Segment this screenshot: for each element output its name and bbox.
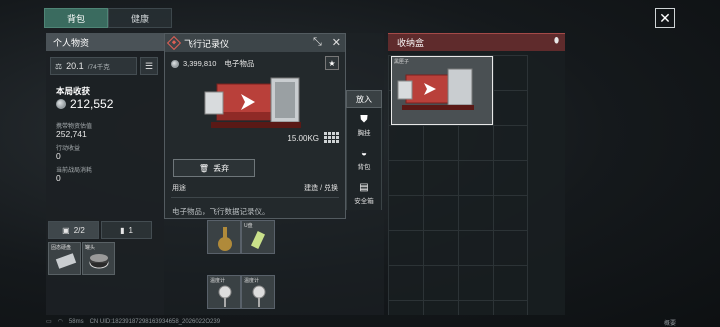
sort-button[interactable]: ☰ <box>140 57 158 75</box>
safebox-icon: ▤ <box>359 181 369 193</box>
put-backpack-label: 背包 <box>357 163 371 171</box>
slot-label: U盘 <box>244 223 253 229</box>
trash-icon: 🗑 <box>198 163 210 173</box>
stat-value: 0 <box>56 173 61 183</box>
collapse-icon[interactable]: ⤡ <box>313 36 322 49</box>
slot-can[interactable]: 罐头 <box>82 242 115 275</box>
weight-value: 20.1 <box>66 61 84 71</box>
item-size-icon <box>323 131 339 143</box>
build-exchange-link[interactable]: 建造 / 兑换 <box>304 183 338 193</box>
grid-cell-bottle[interactable] <box>207 220 241 254</box>
stored-item-black-box[interactable]: 黑匣子 <box>391 56 493 125</box>
put-vest-button[interactable]: ⛊ 胸挂 <box>346 108 382 142</box>
panel-title: 个人物资 <box>46 33 164 51</box>
item-detail-popup: 飞行记录仪 ⤡ ✕ 3,399,810 电子物品 ★ 15.00KG 🗑 丢弃 … <box>164 33 346 219</box>
item-weight: 15.00KG <box>287 134 319 143</box>
divider <box>171 197 339 198</box>
list-icon: ☰ <box>144 60 154 71</box>
tab-health[interactable]: 健康 <box>108 8 172 28</box>
personal-items-panel: 个人物资 ⚖ 20.1/74千克 ☰ 本局收获 212,552 携带物资估值 2… <box>46 33 164 315</box>
equip-tabs: ▣ 2/2 ▮ 1 <box>48 221 152 239</box>
close-popup-icon[interactable]: ✕ <box>332 36 341 49</box>
slot-label: 黑匣子 <box>394 59 410 65</box>
bottle-icon <box>218 227 232 251</box>
weight-row: ⚖ 20.1/74千克 ☰ <box>50 57 158 75</box>
user-id: CN UID:18239187298163934658_2026022O239 <box>89 318 221 325</box>
backpack-icon: ◒ <box>360 147 368 159</box>
stat-value: 0 <box>56 151 61 161</box>
case-icon: ▣ <box>62 225 70 235</box>
slot-label: 温度计 <box>210 278 226 284</box>
weight-icon: ⚖ <box>55 61 63 71</box>
item-value-row: 3,399,810 电子物品 <box>171 58 254 69</box>
storage-box-panel: 收纳盒 ⬮ 黑匣子 <box>388 33 565 315</box>
coin-icon <box>171 59 179 68</box>
tab-case[interactable]: ▣ 2/2 <box>48 221 99 239</box>
status-bar: ▭ ◠ 58ms CN UID:18239187298163934658_202… <box>46 318 221 326</box>
put-vest-label: 胸挂 <box>357 129 371 137</box>
slot-label: 固态硬盘 <box>51 245 72 251</box>
put-safebox-label: 安全箱 <box>354 197 374 205</box>
item-price: 3,399,810 <box>183 59 217 68</box>
storage-title: 收纳盒 <box>388 33 565 51</box>
item-description: 电子物品，飞行数据记录仪。 <box>172 207 270 216</box>
tab-backpack[interactable]: 背包 <box>44 8 108 28</box>
slot-ssd[interactable]: 固态硬盘 <box>48 242 81 275</box>
top-tabs: 背包 健康 <box>44 8 172 28</box>
earnings-value: 212,552 <box>70 97 114 111</box>
discard-button[interactable]: 🗑 丢弃 <box>173 159 255 177</box>
slot-label: 罐头 <box>85 245 96 251</box>
slot-label: 温度计 <box>244 278 260 284</box>
flight-recorder-icon <box>397 68 474 110</box>
grid-cell-usb[interactable]: U盘 <box>241 220 275 254</box>
popup-header-icons: ⤡ ✕ <box>313 36 341 49</box>
battery-icon: ▮ <box>120 225 125 235</box>
coin-icon <box>56 99 66 109</box>
close-icon: ✕ <box>659 9 671 26</box>
vest-icon: ⛊ <box>360 113 368 125</box>
favorite-button[interactable]: ★ <box>325 56 339 70</box>
stat-value: 252,741 <box>56 129 87 139</box>
tab-case-label: 2/2 <box>73 225 85 235</box>
put-into-menu: 放入 ⛊ 胸挂 ◒ 背包 ▤ 安全箱 <box>346 90 382 210</box>
overview-tag[interactable]: 概要 <box>664 318 676 327</box>
battery-status-icon: ▭ <box>46 319 52 325</box>
use-link[interactable]: 用途 <box>172 183 186 193</box>
ping-value: 58ms <box>68 318 84 325</box>
grid-cell-thermometer[interactable]: 温度计 <box>241 275 275 309</box>
discard-label: 丢弃 <box>213 163 230 173</box>
put-backpack-button[interactable]: ◒ 背包 <box>346 142 382 176</box>
put-into-button[interactable]: 放入 <box>346 90 382 108</box>
put-safebox-button[interactable]: ▤ 安全箱 <box>346 176 382 210</box>
star-icon: ★ <box>328 58 336 68</box>
rarity-diamond-icon <box>166 35 182 51</box>
pin-icon[interactable]: ⬮ <box>554 36 559 46</box>
item-title: 飞行记录仪 <box>184 38 230 49</box>
item-category: 电子物品 <box>224 59 255 68</box>
weight-display: ⚖ 20.1/74千克 <box>50 57 137 75</box>
flight-recorder-image <box>204 77 301 128</box>
wifi-icon: ◠ <box>57 319 63 325</box>
stat-label: 当前战局消耗 <box>56 168 93 174</box>
grid-cell-thermometer[interactable]: 温度计 <box>207 275 241 309</box>
tab-battery[interactable]: ▮ 1 <box>101 221 152 239</box>
close-button[interactable]: ✕ <box>655 8 675 28</box>
weight-capacity: /74千克 <box>87 64 110 71</box>
earnings-value-row: 212,552 <box>56 97 113 111</box>
tab-battery-label: 1 <box>128 225 133 235</box>
earnings-title: 本局收获 <box>56 86 91 96</box>
